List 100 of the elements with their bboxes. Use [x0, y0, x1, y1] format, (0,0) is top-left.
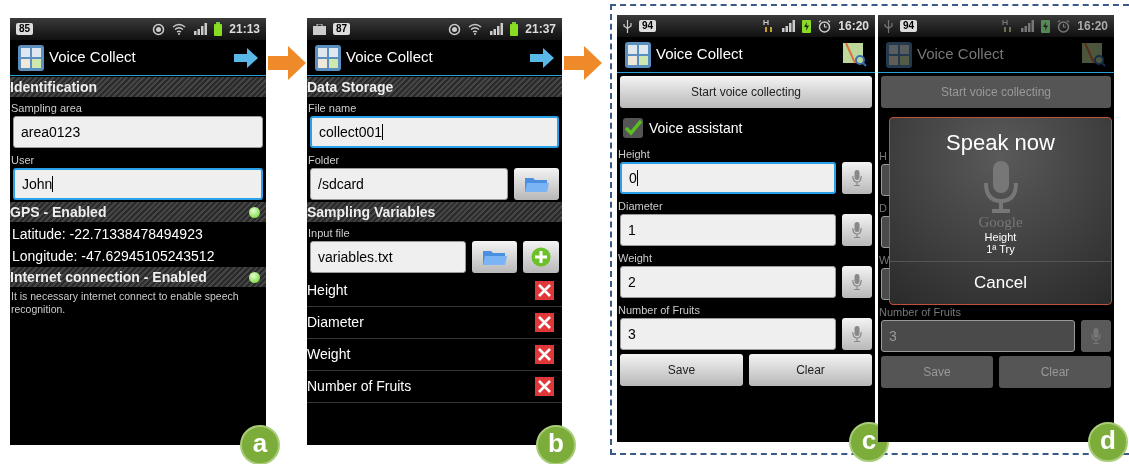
text-field[interactable]: collect001 [310, 116, 559, 148]
clock-time: 21:37 [525, 21, 556, 38]
field-value: 3 [628, 324, 636, 344]
folder-button[interactable] [514, 168, 559, 200]
field-label: Input file [307, 226, 351, 240]
action-button[interactable]: Clear [749, 354, 872, 386]
wifi-icon [172, 23, 187, 35]
usb-icon [884, 19, 893, 33]
field-label: File name [307, 101, 358, 115]
delete-button[interactable] [535, 377, 554, 396]
microphone-icon [852, 222, 862, 238]
field-label: W [878, 253, 891, 267]
arrow-right-icon[interactable] [234, 47, 258, 68]
close-icon [538, 316, 551, 329]
action-button[interactable]: Save [620, 354, 743, 386]
app-grid-icon [886, 41, 912, 68]
coordinate-text: Latitude: -22.71338478494923 [11, 225, 204, 244]
checkbox-label: Voice assistant [649, 118, 743, 138]
folder-icon [524, 175, 549, 193]
signal-icon [489, 23, 504, 35]
gps-icon [448, 22, 462, 36]
step-badge: b [536, 425, 576, 464]
microphone-icon [852, 274, 862, 290]
microphone-button[interactable] [842, 266, 872, 298]
prompt-text: 1ª Try [986, 243, 1015, 255]
start-button[interactable]: Start voice collecting [620, 76, 872, 108]
clock-time: 16:20 [838, 18, 869, 35]
section-title: Data Storage [307, 77, 395, 97]
microphone-button[interactable] [842, 318, 872, 350]
notification-count: 87 [333, 23, 351, 35]
text-field[interactable]: /sdcard [310, 168, 508, 200]
microphone-icon [852, 326, 862, 342]
field-label: Diameter [617, 199, 664, 213]
text-field[interactable]: 3 [620, 318, 836, 350]
field-value: 2 [628, 272, 636, 292]
gps-icon [152, 22, 166, 36]
alarm-clock-icon [1057, 19, 1071, 33]
prompt-text: Height [984, 231, 1017, 243]
app-grid-icon [18, 44, 44, 71]
section-title: GPS - Enabled [10, 202, 108, 222]
cancel-button[interactable]: Cancel [890, 262, 1111, 304]
app-title: Voice Collect [917, 44, 1005, 65]
field-value: 0 [629, 168, 637, 188]
arrow-right-icon [268, 46, 306, 80]
delete-button[interactable] [535, 345, 554, 364]
signal-icon [193, 23, 208, 35]
close-icon [538, 284, 551, 297]
clock-time: 21:13 [229, 21, 260, 38]
signal-icon [781, 20, 796, 32]
folder-icon [482, 248, 507, 266]
check-icon [624, 120, 642, 136]
field-value: collect001 [319, 122, 383, 142]
field-label: Number of Fruits [617, 303, 701, 317]
field-value: area0123 [21, 122, 81, 142]
text-field[interactable]: John [13, 168, 263, 200]
field-value: /sdcard [318, 174, 364, 194]
text-field[interactable]: 0 [620, 162, 836, 194]
field-label: Sampling area [10, 101, 83, 115]
field-value: 1 [628, 220, 636, 240]
usb-icon [623, 19, 632, 33]
section-title: Internet connection - Enabled [10, 267, 208, 287]
app-title: Voice Collect [346, 47, 434, 68]
field-label: D [878, 201, 888, 215]
field-label: User [10, 153, 36, 167]
text-field[interactable]: 1 [620, 214, 836, 246]
coordinate-text: Longitude: -47.62945105243512 [11, 247, 216, 266]
wifi-icon [468, 23, 483, 35]
battery-icon [510, 22, 519, 36]
variable-name: Diameter [307, 313, 364, 332]
field-label: Folder [307, 153, 341, 167]
delete-button[interactable] [535, 313, 554, 332]
briefcase-icon [313, 23, 326, 35]
app-title: Voice Collect [656, 44, 744, 65]
microphone-button[interactable] [842, 214, 872, 246]
field-value: 3 [889, 326, 897, 346]
microphone-button[interactable] [1081, 320, 1111, 352]
arrow-right-icon [564, 46, 602, 80]
step-badge: a [240, 425, 280, 464]
microphone-icon [982, 161, 1019, 213]
variable-name: Height [307, 281, 348, 300]
microphone-icon [852, 170, 862, 186]
microphone-button[interactable] [842, 162, 872, 194]
dialog-title: Speak now [946, 129, 1055, 157]
map-search-icon[interactable] [843, 42, 867, 67]
checkbox[interactable] [623, 118, 643, 138]
field-value: John [22, 174, 53, 194]
folder-button[interactable] [472, 241, 517, 273]
app-title: Voice Collect [49, 47, 137, 68]
section-title: Identification [10, 77, 99, 97]
app-grid-icon [625, 41, 651, 68]
text-field[interactable]: 2 [620, 266, 836, 298]
arrow-right-icon[interactable] [530, 47, 554, 68]
add-button[interactable] [523, 241, 559, 273]
notification-count: 85 [16, 23, 34, 35]
notification-count: 94 [900, 20, 918, 32]
delete-button[interactable] [535, 281, 554, 300]
text-field[interactable]: variables.txt [310, 241, 466, 273]
close-icon [538, 380, 551, 393]
field-label: Number of Fruits [878, 305, 962, 319]
text-field[interactable]: area0123 [13, 116, 263, 148]
